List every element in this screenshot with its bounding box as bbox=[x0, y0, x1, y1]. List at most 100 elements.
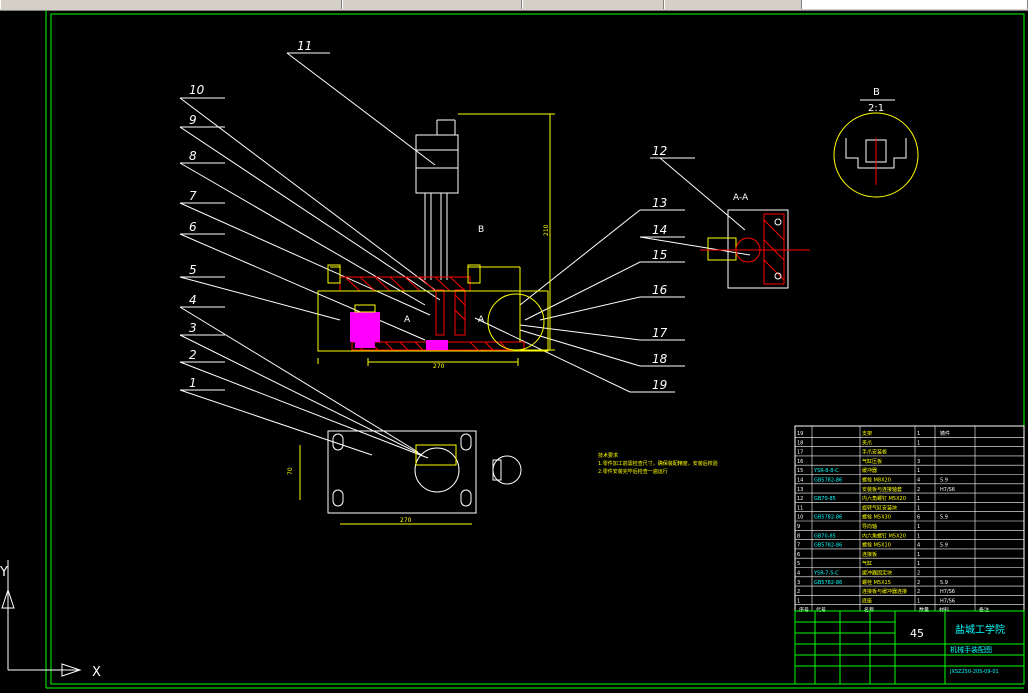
table-cell: 底座 bbox=[862, 597, 872, 604]
svg-text:270: 270 bbox=[433, 363, 445, 370]
svg-text:1.零件加工前需检查尺寸，确保装配精度，安装后校验: 1.零件加工前需检查尺寸，确保装配精度，安装后校验 bbox=[598, 460, 718, 467]
table-cell: 旋转气缸安装块 bbox=[862, 504, 897, 511]
table-cell: 10 bbox=[797, 515, 803, 521]
part-number-5: 5 bbox=[189, 263, 197, 277]
table-cell: 5.9 bbox=[940, 580, 948, 586]
part-number-9: 9 bbox=[189, 113, 197, 127]
table-header-cell: 代号 bbox=[816, 607, 826, 614]
table-cell: 6 bbox=[797, 552, 800, 558]
table-cell: 螺栓 M5X30 bbox=[862, 514, 891, 521]
table-cell: 1 bbox=[917, 496, 920, 502]
part-number-18: 18 bbox=[652, 352, 668, 366]
table-cell: 5.9 bbox=[940, 515, 948, 521]
table-cell: 夹爪 bbox=[862, 439, 872, 446]
table-cell: 5 bbox=[797, 561, 800, 567]
svg-text:技术要求: 技术要求 bbox=[598, 452, 618, 459]
svg-text:B: B bbox=[873, 87, 880, 98]
table-cell: 19 bbox=[797, 431, 803, 437]
table-cell: 连接板与缓冲器连接 bbox=[862, 588, 907, 595]
table-cell: 1 bbox=[917, 431, 920, 437]
table-cell: 螺栓 M8X20 bbox=[862, 477, 891, 484]
drawing-number: JXSZ250-20S-09-01 bbox=[949, 669, 999, 675]
part-number-15: 15 bbox=[652, 248, 667, 262]
toolbar-segment[interactable] bbox=[522, 0, 664, 9]
table-cell: 2 bbox=[917, 580, 920, 586]
table-header-cell: 数量 bbox=[919, 607, 929, 614]
table-cell: GB5782-86 bbox=[814, 543, 842, 549]
toolbar-segment[interactable] bbox=[664, 0, 802, 9]
table-cell: 导向轴 bbox=[862, 523, 877, 530]
table-cell: 15 bbox=[797, 468, 803, 474]
table-cell: 6 bbox=[917, 515, 920, 521]
table-cell: 11 bbox=[797, 505, 803, 511]
part-number-6: 6 bbox=[189, 220, 197, 234]
table-cell: 1 bbox=[917, 561, 920, 567]
svg-text:A-A: A-A bbox=[733, 193, 749, 203]
table-cell: GB5782-86 bbox=[814, 580, 842, 586]
table-cell: GB5782-86 bbox=[814, 515, 842, 521]
table-cell: 1 bbox=[917, 468, 920, 474]
table-cell: 4 bbox=[917, 478, 920, 484]
table-cell: 2 bbox=[797, 589, 800, 595]
scale-value: 45 bbox=[910, 627, 924, 640]
table-cell: 连接板 bbox=[862, 551, 877, 558]
table-cell: GB70-85 bbox=[814, 533, 836, 539]
part-number-14: 14 bbox=[652, 223, 667, 237]
part-number-2: 2 bbox=[189, 348, 197, 362]
svg-text:B: B bbox=[478, 225, 484, 235]
part-number-7: 7 bbox=[189, 189, 197, 203]
table-cell: 4 bbox=[797, 571, 800, 577]
table-cell: 5.9 bbox=[940, 543, 948, 549]
table-cell: 气缸 bbox=[862, 560, 872, 567]
table-cell: 9 bbox=[797, 524, 800, 530]
table-cell: 13 bbox=[797, 487, 803, 493]
part-number-1: 1 bbox=[189, 376, 197, 390]
drawing-canvas[interactable]: 11 10 9 8 7 6 5 4 3 2 1 12 13 14 15 16 1… bbox=[0, 10, 1028, 693]
table-header-cell: 材料 bbox=[939, 607, 949, 614]
table-cell: 螺栓 M5X15 bbox=[862, 579, 891, 586]
table-cell: 7 bbox=[797, 543, 800, 549]
table-cell: YSR-7-5-C bbox=[813, 571, 839, 577]
table-cell: 1 bbox=[917, 524, 920, 530]
table-cell: H7/S6 bbox=[940, 598, 955, 604]
table-cell: 12 bbox=[797, 496, 803, 502]
part-number-11: 11 bbox=[297, 39, 312, 53]
part-number-3: 3 bbox=[189, 321, 197, 335]
table-cell: GB70-85 bbox=[814, 496, 836, 502]
front-view bbox=[415, 119, 459, 280]
svg-text:A: A bbox=[404, 315, 411, 325]
part-number-8: 8 bbox=[189, 149, 197, 163]
table-cell: YSR-8-8-C bbox=[813, 468, 839, 474]
toolbar-segment[interactable] bbox=[342, 0, 522, 9]
section-view-aa: A-A bbox=[700, 193, 810, 289]
table-cell: 2 bbox=[917, 571, 920, 577]
part-number-12: 12 bbox=[652, 144, 667, 158]
table-cell: 安装板与连接轴套 bbox=[862, 486, 902, 493]
part-number-13: 13 bbox=[652, 196, 667, 210]
drawing-name: 机械手装配图 bbox=[950, 645, 992, 654]
part-number-17: 17 bbox=[652, 326, 668, 340]
table-cell: 1 bbox=[917, 533, 920, 539]
table-cell: 内六角螺钉 M5X20 bbox=[862, 495, 906, 502]
toolbar-segment[interactable] bbox=[0, 0, 342, 9]
technical-notes: 技术要求 1.零件加工前需检查尺寸，确保装配精度，安装后校验 2.零件安装完毕后… bbox=[598, 452, 718, 475]
table-cell: 1 bbox=[917, 505, 920, 511]
table-header-cell: 备注 bbox=[979, 607, 989, 614]
table-cell: 17 bbox=[797, 450, 803, 456]
table-cell: H7/S6 bbox=[940, 487, 955, 493]
svg-text:70: 70 bbox=[287, 467, 294, 475]
table-cell: 手爪安装板 bbox=[862, 449, 887, 456]
table-cell: 8 bbox=[797, 533, 800, 539]
svg-text:2:1: 2:1 bbox=[868, 103, 884, 114]
table-cell: 1 bbox=[797, 598, 800, 604]
table-cell: GB5782-86 bbox=[814, 478, 842, 484]
part-number-4: 4 bbox=[189, 293, 197, 307]
layer-dropdown[interactable] bbox=[802, 0, 1028, 9]
table-cell: 5.9 bbox=[940, 478, 948, 484]
plan-view: 70 270 bbox=[287, 430, 522, 525]
table-header-cell: 名称 bbox=[864, 607, 874, 614]
table-cell: 3 bbox=[797, 580, 800, 586]
table-cell: 铸件 bbox=[940, 430, 950, 437]
detail-view-b: B 2:1 bbox=[833, 87, 919, 198]
table-cell: H7/S6 bbox=[940, 589, 955, 595]
